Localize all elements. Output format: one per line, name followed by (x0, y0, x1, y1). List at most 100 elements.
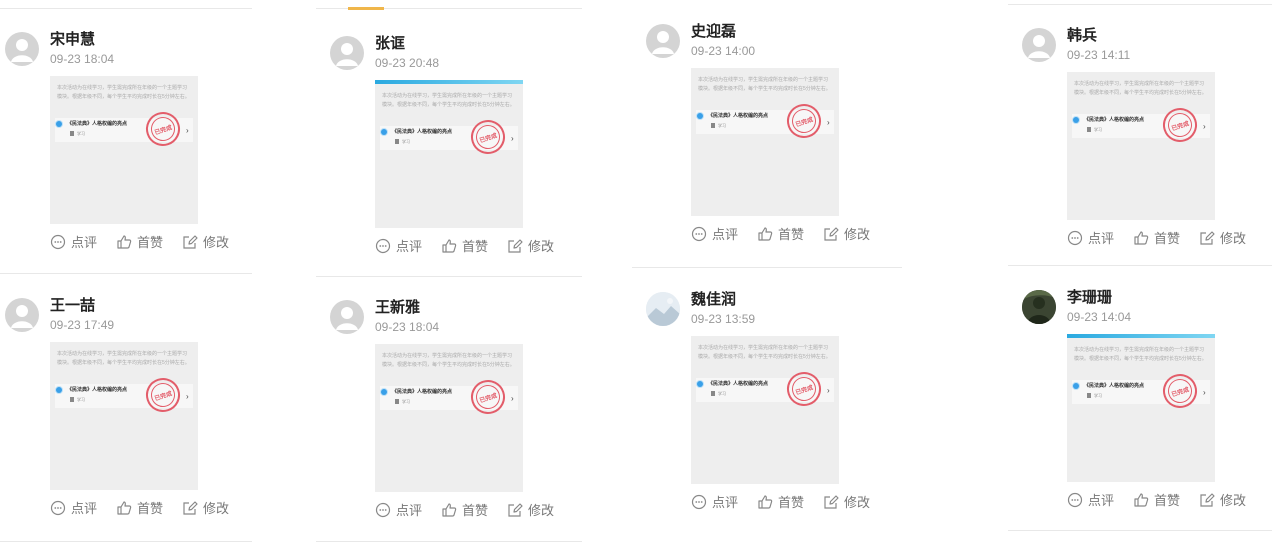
comment-button[interactable]: 点评 (375, 236, 422, 255)
submission-thumbnail[interactable]: 本次活动为在线学习，学生需完成所在年级的一个主题学习模块。根据年级不同，每个学生… (50, 76, 198, 224)
submission-thumbnail[interactable]: 本次活动为在线学习，学生需完成所在年级的一个主题学习模块。根据年级不同，每个学生… (50, 342, 198, 490)
like-button[interactable]: 首赞 (757, 492, 804, 511)
task-meta: 学习 (1087, 393, 1102, 399)
thumbs-up-icon (1134, 492, 1149, 507)
author-name: 李珊珊 (1067, 289, 1113, 306)
post-actions: 点评 首赞 修改 (691, 224, 891, 244)
thumbs-up-icon (1134, 230, 1149, 245)
default-avatar-icon[interactable] (646, 24, 680, 58)
comment-button[interactable]: 点评 (1067, 490, 1114, 509)
task-meta: 学习 (70, 397, 85, 403)
like-button[interactable]: 首赞 (441, 500, 488, 519)
post-actions: 点评 首赞 修改 (50, 232, 250, 252)
edit-icon (824, 494, 839, 509)
default-avatar-icon[interactable] (5, 298, 39, 332)
comment-icon (375, 238, 391, 253)
post-actions: 点评 首赞 修改 (1067, 228, 1267, 248)
like-button[interactable]: 首赞 (116, 498, 163, 517)
task-dot-icon (1073, 117, 1079, 123)
post-time: 09-23 14:00 (691, 44, 756, 58)
comment-button[interactable]: 点评 (691, 224, 738, 243)
edit-button[interactable]: 修改 (182, 232, 229, 251)
default-avatar-icon[interactable] (330, 36, 364, 70)
task-dot-icon (1073, 383, 1079, 389)
default-avatar-icon[interactable] (5, 32, 39, 66)
thumbs-up-icon (758, 494, 773, 509)
edit-label: 修改 (528, 239, 555, 254)
chevron-right-icon: › (511, 134, 514, 143)
comment-label: 点评 (71, 501, 98, 516)
like-button[interactable]: 首赞 (116, 232, 163, 251)
task-meta: 学习 (1087, 127, 1102, 133)
comment-button[interactable]: 点评 (375, 500, 422, 519)
thumbnail-description: 本次活动为在线学习，学生需完成所在年级的一个主题学习模块。根据年级不同，每个学生… (382, 93, 515, 108)
edit-button[interactable]: 修改 (182, 498, 229, 517)
edit-label: 修改 (528, 503, 555, 518)
divider (1008, 265, 1272, 266)
default-avatar-icon[interactable] (330, 300, 364, 334)
default-avatar-icon[interactable] (1022, 28, 1056, 62)
comment-icon (375, 502, 391, 517)
like-label: 首赞 (462, 239, 489, 254)
thumbnail-description: 本次活动为在线学习，学生需完成所在年级的一个主题学习模块。根据年级不同，每个学生… (1074, 81, 1207, 96)
task-title: 《民法典》人格权编的亮点 (708, 113, 769, 119)
like-label: 首赞 (137, 501, 164, 516)
comment-label: 点评 (71, 235, 98, 250)
thumbs-up-icon (442, 502, 457, 517)
completed-stamp-icon: 已完成 (141, 107, 185, 151)
like-label: 首赞 (462, 503, 489, 518)
edit-icon (1200, 492, 1215, 507)
author-name: 宋申慧 (50, 31, 96, 48)
chevron-right-icon: › (186, 392, 189, 401)
like-button[interactable]: 首赞 (1133, 490, 1180, 509)
divider (316, 276, 582, 277)
submission-thumbnail[interactable]: 本次活动为在线学习，学生需完成所在年级的一个主题学习模块。根据年级不同，每个学生… (1067, 334, 1215, 482)
chevron-right-icon: › (1203, 388, 1206, 397)
edit-button[interactable]: 修改 (823, 492, 870, 511)
comment-button[interactable]: 点评 (50, 232, 97, 251)
post-time: 09-23 17:49 (50, 318, 115, 332)
edit-button[interactable]: 修改 (823, 224, 870, 243)
comment-label: 点评 (712, 227, 739, 242)
task-dot-icon (697, 113, 703, 119)
task-dot-icon (56, 387, 62, 393)
author-name: 王新雅 (375, 299, 421, 316)
divider (0, 541, 252, 542)
comment-button[interactable]: 点评 (1067, 228, 1114, 247)
divider (0, 8, 252, 9)
submission-thumbnail[interactable]: 本次活动为在线学习，学生需完成所在年级的一个主题学习模块。根据年级不同，每个学生… (375, 80, 523, 228)
chevron-right-icon: › (827, 386, 830, 395)
comment-icon (1067, 230, 1083, 245)
submission-thumbnail[interactable]: 本次活动为在线学习，学生需完成所在年级的一个主题学习模块。根据年级不同，每个学生… (691, 336, 839, 484)
edit-icon (183, 234, 198, 249)
comment-button[interactable]: 点评 (691, 492, 738, 511)
post-actions: 点评 首赞 修改 (375, 500, 575, 520)
completed-stamp-icon: 已完成 (466, 115, 510, 159)
task-title: 《民法典》人格权编的亮点 (67, 121, 128, 127)
like-button[interactable]: 首赞 (1133, 228, 1180, 247)
completed-stamp-icon: 已完成 (1158, 369, 1202, 413)
photo-avatar[interactable] (1022, 290, 1056, 324)
submission-thumbnail[interactable]: 本次活动为在线学习，学生需完成所在年级的一个主题学习模块。根据年级不同，每个学生… (691, 68, 839, 216)
divider (0, 273, 252, 274)
post-actions: 点评 首赞 修改 (1067, 490, 1267, 510)
completed-stamp-icon: 已完成 (141, 373, 185, 417)
edit-button[interactable]: 修改 (1199, 490, 1246, 509)
thumbnail-description: 本次活动为在线学习，学生需完成所在年级的一个主题学习模块。根据年级不同，每个学生… (57, 351, 190, 366)
chevron-right-icon: › (186, 126, 189, 135)
comment-button[interactable]: 点评 (50, 498, 97, 517)
like-button[interactable]: 首赞 (441, 236, 488, 255)
edit-button[interactable]: 修改 (507, 236, 554, 255)
photo-avatar[interactable] (646, 292, 680, 326)
edit-button[interactable]: 修改 (507, 500, 554, 519)
edit-button[interactable]: 修改 (1199, 228, 1246, 247)
like-label: 首赞 (1154, 231, 1181, 246)
submission-thumbnail[interactable]: 本次活动为在线学习，学生需完成所在年级的一个主题学习模块。根据年级不同，每个学生… (375, 344, 523, 492)
submission-thumbnail[interactable]: 本次活动为在线学习，学生需完成所在年级的一个主题学习模块。根据年级不同，每个学生… (1067, 72, 1215, 220)
edit-icon (1200, 230, 1215, 245)
like-button[interactable]: 首赞 (757, 224, 804, 243)
author-name: 魏佳润 (691, 291, 737, 308)
task-meta: 学习 (711, 123, 726, 129)
post-time: 09-23 13:59 (691, 312, 756, 326)
divider (316, 541, 582, 542)
